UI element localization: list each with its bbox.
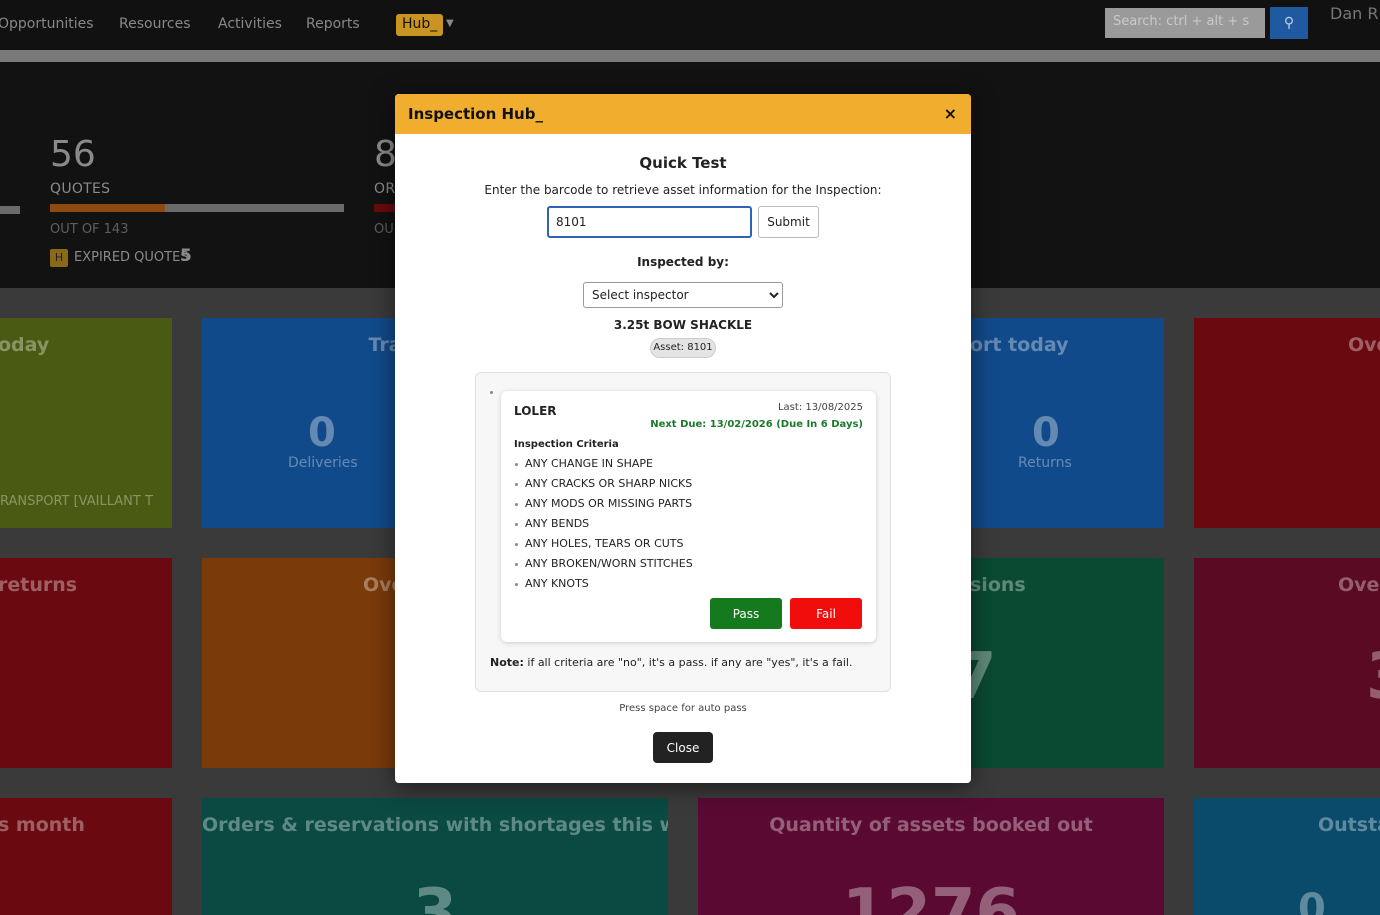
barcode-instruction: Enter the barcode to retrieve asset info… (484, 183, 882, 197)
fail-button[interactable]: Fail (790, 598, 862, 629)
barcode-input[interactable] (547, 206, 752, 238)
close-button[interactable]: Close (653, 732, 713, 763)
inspected-by-label: Inspected by: (637, 255, 729, 269)
asset-name: 3.25t BOW SHACKLE (613, 318, 753, 332)
inspection-note: Note: if all criteria are "no", it's a p… (490, 656, 852, 669)
criteria-list: ANY CHANGE IN SHAPE ANY CRACKS OR SHARP … (514, 457, 693, 597)
modal-header: Inspection Hub_ × (395, 94, 971, 134)
asset-badge: Asset: 8101 (650, 338, 716, 358)
close-icon[interactable]: × (944, 104, 957, 123)
criteria-heading: Inspection Criteria (514, 439, 619, 450)
note-label: Note: (490, 656, 524, 669)
inspection-hub-modal: Inspection Hub_ × Quick Test Enter the b… (395, 94, 971, 783)
pass-button[interactable]: Pass (710, 598, 782, 629)
inspection-panel: LOLER Last: 13/08/2025 Next Due: 13/02/2… (475, 372, 891, 692)
inspector-select[interactable]: Select inspector (583, 282, 783, 308)
quick-test-heading: Quick Test (639, 154, 727, 172)
inspection-card: LOLER Last: 13/08/2025 Next Due: 13/02/2… (501, 391, 876, 642)
criteria-item: ANY CHANGE IN SHAPE (514, 457, 693, 477)
auto-pass-hint: Press space for auto pass (619, 703, 747, 714)
criteria-item: ANY BROKEN/WORN STITCHES (514, 557, 693, 577)
submit-button[interactable]: Submit (758, 206, 819, 238)
last-inspection-date: Last: 13/08/2025 (777, 402, 863, 413)
next-due-date: Next Due: 13/02/2026 (Due In 6 Days) (650, 419, 863, 430)
criteria-item: ANY BENDS (514, 517, 693, 537)
criteria-item: ANY MODS OR MISSING PARTS (514, 497, 693, 517)
criteria-item: ANY HOLES, TEARS OR CUTS (514, 537, 693, 557)
note-text: if all criteria are "no", it's a pass. i… (523, 656, 853, 669)
criteria-item: ANY KNOTS (514, 577, 693, 597)
inspection-type: LOLER (514, 404, 557, 418)
modal-title: Inspection Hub_ (408, 105, 543, 123)
criteria-item: ANY CRACKS OR SHARP NICKS (514, 477, 693, 497)
list-bullet (490, 391, 493, 394)
